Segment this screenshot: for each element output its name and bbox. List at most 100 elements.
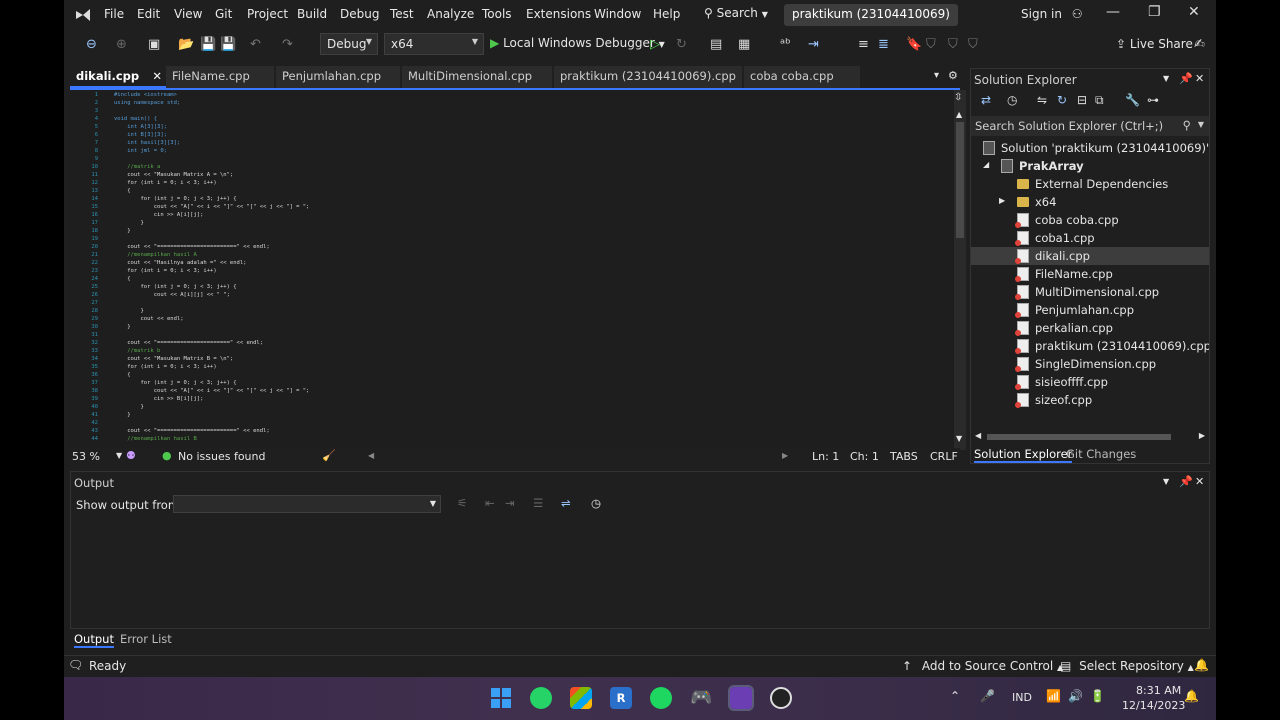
expanded-icon[interactable]: ◢ bbox=[983, 160, 989, 169]
save-icon[interactable]: 💾 bbox=[200, 37, 216, 52]
live-share-button[interactable]: ⇪ Live Share bbox=[1116, 37, 1193, 51]
tree-folder[interactable]: ▶ x64 bbox=[971, 193, 1209, 211]
code-line[interactable]: 33 //matrik b bbox=[70, 347, 950, 355]
code-line[interactable]: 25 for (int j = 0; j < 3; j++) { bbox=[70, 283, 950, 291]
code-line[interactable]: 29 cout << endl; bbox=[70, 315, 950, 323]
tree-file[interactable]: coba coba.cpp bbox=[971, 211, 1209, 229]
chevron-down-icon[interactable]: ▼ bbox=[1163, 74, 1169, 83]
input-language[interactable]: IND bbox=[1012, 691, 1032, 704]
tab-filename[interactable]: FileName.cpp bbox=[166, 66, 274, 88]
code-line[interactable]: 40 } bbox=[70, 403, 950, 411]
column-indicator[interactable]: Ch: 1 bbox=[850, 450, 879, 463]
scroll-thumb[interactable] bbox=[987, 434, 1171, 440]
cleanup-icon[interactable]: 🧹 bbox=[322, 449, 336, 462]
bookmark-icon[interactable]: 🔖 bbox=[906, 37, 922, 52]
scroll-thumb[interactable] bbox=[956, 122, 964, 238]
code-line[interactable]: 15 cout << "A[" << i << "]" << "[" << j … bbox=[70, 203, 950, 211]
code-line[interactable]: 13 { bbox=[70, 187, 950, 195]
solution-explorer-hscroll[interactable]: ◀ ▶ bbox=[975, 431, 1205, 443]
code-line[interactable]: 3 bbox=[70, 107, 950, 115]
code-line[interactable]: 6 int B[3][3]; bbox=[70, 131, 950, 139]
code-line[interactable]: 4 void main() { bbox=[70, 115, 950, 123]
pin-icon[interactable]: 📌 bbox=[1179, 475, 1193, 488]
code-line[interactable]: 7 int hasil[3][3]; bbox=[70, 139, 950, 147]
issues-status[interactable]: No issues found bbox=[178, 450, 265, 463]
line-ending[interactable]: CRLF bbox=[930, 450, 958, 463]
code-area[interactable]: 1 #include <iostream> 2 using namespace std… bbox=[70, 91, 950, 447]
tab-coba-coba[interactable]: coba coba.cpp bbox=[744, 66, 860, 88]
tree-file[interactable]: coba1.cpp bbox=[971, 229, 1209, 247]
code-line[interactable]: 20 cout << "========================" <<… bbox=[70, 243, 950, 251]
code-line[interactable]: 18 } bbox=[70, 227, 950, 235]
clear-all-icon[interactable]: ☰ bbox=[533, 496, 543, 510]
tree-file[interactable]: SingleDimension.cpp bbox=[971, 355, 1209, 373]
code-line[interactable]: 30 } bbox=[70, 323, 950, 331]
close-icon[interactable]: ✕ bbox=[1195, 72, 1204, 85]
menu-window[interactable]: Window bbox=[594, 7, 641, 21]
menu-build[interactable]: Build bbox=[297, 7, 327, 21]
scroll-left-icon[interactable]: ◀ bbox=[975, 431, 981, 440]
code-line[interactable]: 34 cout << "Masukan Matrix B = \n"; bbox=[70, 355, 950, 363]
menu-file[interactable]: File bbox=[104, 7, 124, 21]
tab-git-changes[interactable]: Git Changes bbox=[1066, 447, 1136, 461]
restore-button[interactable]: ❐ bbox=[1148, 4, 1161, 20]
save-all-icon[interactable]: 💾 bbox=[220, 37, 236, 52]
solution-explorer-search[interactable]: Search Solution Explorer (Ctrl+;) ⚲ ▼ bbox=[971, 116, 1209, 136]
chevron-down-icon[interactable]: ▼ bbox=[1198, 120, 1204, 129]
sign-in-button[interactable]: Sign in ⚇ bbox=[1021, 7, 1083, 21]
show-all-files-icon[interactable]: ⧉ bbox=[1095, 93, 1104, 108]
tab-error-list[interactable]: Error List bbox=[120, 632, 172, 646]
tree-folder[interactable]: External Dependencies bbox=[971, 175, 1209, 193]
code-line[interactable]: 37 for (int j = 0; j < 3; j++) { bbox=[70, 379, 950, 387]
switch-views-icon[interactable]: ⇄ bbox=[981, 93, 991, 107]
gamepad-icon[interactable]: 🎮 bbox=[690, 687, 712, 709]
scroll-up-icon[interactable]: ▲ bbox=[956, 110, 962, 119]
menu-analyze[interactable]: Analyze bbox=[427, 7, 474, 21]
scroll-right-icon[interactable]: ▶ bbox=[782, 451, 788, 460]
tree-file[interactable]: dikali.cpp bbox=[971, 247, 1209, 265]
code-line[interactable]: 44 //menampilkan hasil B bbox=[70, 435, 950, 443]
tab-praktikum[interactable]: praktikum (23104410069).cpp bbox=[554, 66, 742, 88]
volume-icon[interactable]: 🔊 bbox=[1068, 689, 1083, 703]
code-line[interactable]: 11 cout << "Masukan Matrix A = \n"; bbox=[70, 171, 950, 179]
menu-edit[interactable]: Edit bbox=[137, 7, 160, 21]
tree-solution[interactable]: Solution 'praktikum (23104410069)' (1 of… bbox=[971, 139, 1209, 157]
tab-dikali[interactable]: dikali.cpp ✕ bbox=[70, 66, 166, 88]
word-wrap-icon[interactable]: ⇌ bbox=[561, 496, 571, 510]
split-icon[interactable]: ⇳ bbox=[954, 92, 962, 103]
tree-file[interactable]: praktikum (23104410069).cpp bbox=[971, 337, 1209, 355]
spotify-icon[interactable] bbox=[650, 687, 672, 709]
microsoft-store-icon[interactable] bbox=[570, 687, 592, 709]
output-source-dropdown[interactable]: ▼ bbox=[173, 495, 441, 513]
comment-icon[interactable]: ≡ bbox=[858, 37, 869, 52]
code-line[interactable]: 43 cout << "========================" <<… bbox=[70, 427, 950, 435]
gear-icon[interactable]: ⚙ bbox=[948, 69, 958, 82]
scroll-left-icon[interactable]: ◀ bbox=[368, 451, 374, 460]
code-line[interactable]: 24 { bbox=[70, 275, 950, 283]
platform-dropdown[interactable]: x64 ▼ bbox=[384, 33, 484, 55]
menu-test[interactable]: Test bbox=[390, 7, 414, 21]
code-line[interactable]: 28 } bbox=[70, 307, 950, 315]
code-line[interactable]: 38 cout << "A[" << i << "]" << "[" << j … bbox=[70, 387, 950, 395]
feedback-icon[interactable]: ✍ bbox=[1194, 37, 1205, 52]
search-box[interactable]: ⚲ Search ▼ bbox=[704, 6, 768, 20]
code-editor[interactable]: 1 #include <iostream> 2 using namespace std… bbox=[70, 88, 966, 450]
code-line[interactable]: 35 for (int i = 0; i < 3; i++) bbox=[70, 363, 950, 371]
close-icon[interactable]: ✕ bbox=[1195, 475, 1204, 488]
find-message-icon[interactable]: ⚟ bbox=[457, 496, 467, 510]
visual-studio-icon[interactable] bbox=[728, 685, 754, 711]
code-line[interactable]: 22 cout << "Hasilnya adalah =" << endl; bbox=[70, 259, 950, 267]
chevron-down-icon[interactable]: ▼ bbox=[116, 451, 122, 460]
whatsapp-icon[interactable] bbox=[530, 687, 552, 709]
refresh-icon[interactable]: ↻ bbox=[1057, 93, 1067, 107]
menu-tools[interactable]: Tools bbox=[482, 7, 512, 21]
browse-folder-icon[interactable]: ▤ bbox=[710, 37, 722, 52]
tab-output[interactable]: Output bbox=[74, 632, 114, 648]
collapsed-icon[interactable]: ▶ bbox=[999, 196, 1005, 205]
spell-check-icon[interactable]: ᵃᵇ bbox=[780, 37, 791, 52]
code-line[interactable]: 12 for (int i = 0; i < 3; i++) bbox=[70, 179, 950, 187]
tab-overflow-icon[interactable]: ▾ bbox=[934, 70, 939, 81]
microphone-icon[interactable]: 🎤 bbox=[980, 689, 995, 703]
close-icon[interactable]: ✕ bbox=[152, 69, 162, 83]
code-line[interactable]: 9 bbox=[70, 155, 950, 163]
